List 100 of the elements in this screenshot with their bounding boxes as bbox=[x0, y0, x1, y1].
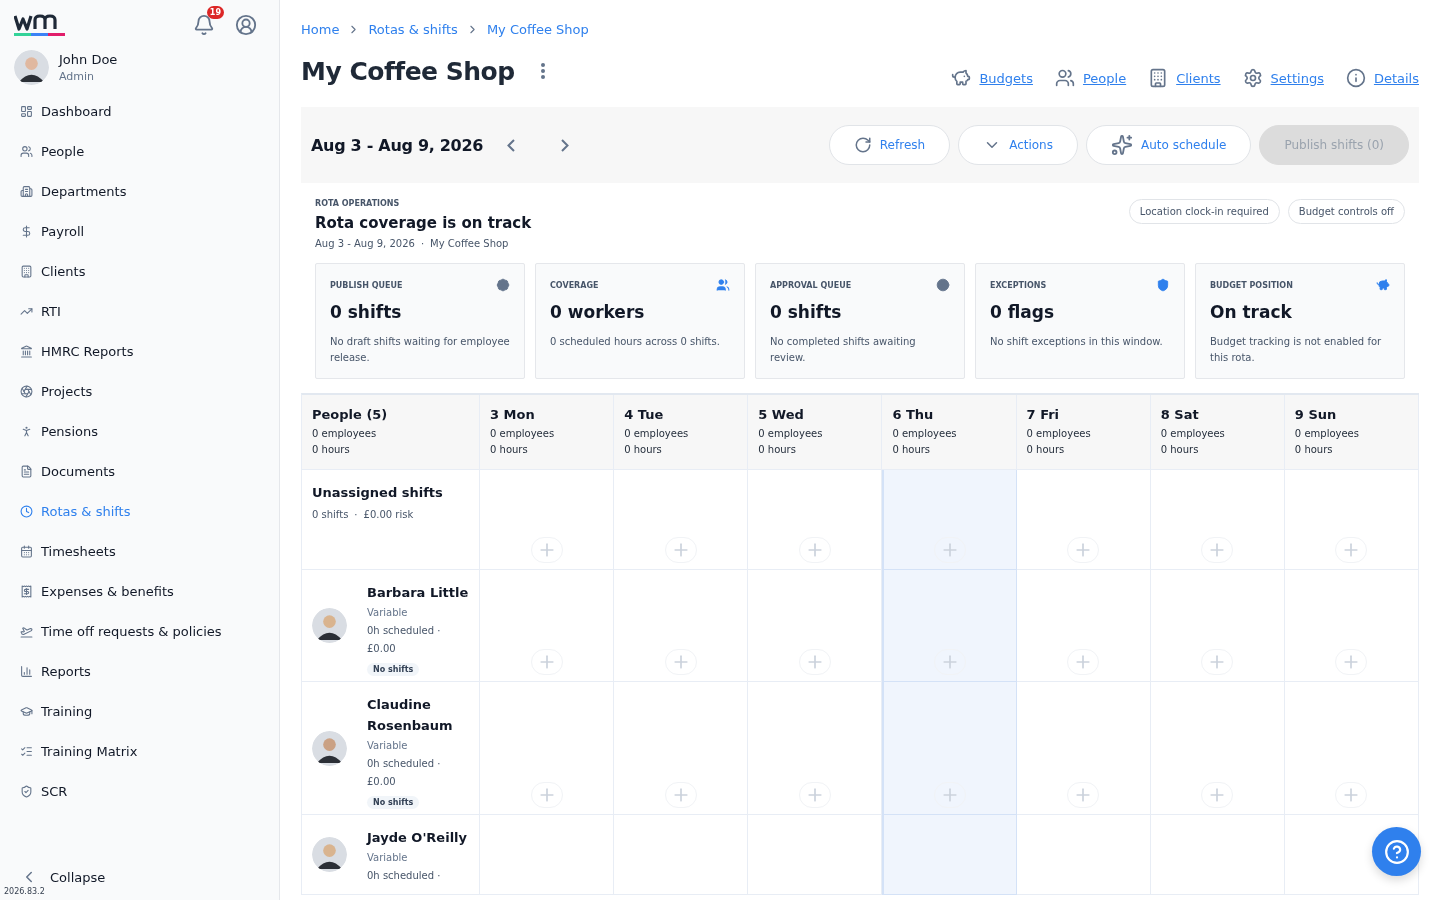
day-stat: 0 employees bbox=[758, 427, 824, 441]
breadcrumb-link[interactable]: Home bbox=[301, 22, 340, 37]
help-button[interactable] bbox=[1372, 827, 1421, 876]
scheduled-hours: 0h scheduled · bbox=[367, 624, 442, 638]
dashboard-icon bbox=[20, 104, 33, 118]
sidebar-item[interactable]: HMRC Reports bbox=[20, 331, 279, 371]
calendar-icon bbox=[20, 544, 33, 558]
document-icon bbox=[20, 464, 33, 478]
person-name: Jayde O'Reilly bbox=[367, 829, 468, 847]
piggy-bank-icon bbox=[951, 68, 972, 88]
day-title: 4 Tue bbox=[624, 407, 665, 422]
card-value: 0 workers bbox=[550, 302, 646, 322]
status-chip: No shifts bbox=[367, 796, 420, 809]
day-stat: 0 employees bbox=[892, 427, 958, 441]
sidebar-item[interactable]: Clients bbox=[20, 251, 279, 291]
day-title: 7 Fri bbox=[1026, 407, 1061, 422]
bar-chart-icon bbox=[20, 664, 33, 678]
day-stat: 0 employees bbox=[1160, 427, 1226, 441]
day-title: 9 Sun bbox=[1294, 407, 1338, 422]
day-stat: 0 hours bbox=[1026, 443, 1066, 457]
breadcrumb-link[interactable]: Rotas & shifts bbox=[368, 22, 458, 37]
sidebar-item[interactable]: SCR bbox=[20, 771, 279, 811]
airplane-icon bbox=[20, 624, 33, 638]
sidebar-item[interactable]: Projects bbox=[20, 371, 279, 411]
sparkles-icon bbox=[1111, 134, 1133, 156]
day-title: 6 Thu bbox=[892, 407, 935, 422]
toolbar-button[interactable]: Auto schedule bbox=[1086, 125, 1252, 165]
header-link[interactable]: Details bbox=[1345, 68, 1419, 88]
toolbar-button[interactable]: Actions bbox=[958, 125, 1078, 165]
sidebar-item[interactable]: Documents bbox=[20, 451, 279, 491]
dollar-icon bbox=[20, 224, 33, 238]
column-stat: 0 employees bbox=[312, 427, 378, 441]
header-link[interactable]: Clients bbox=[1148, 68, 1221, 88]
day-stat: 0 hours bbox=[1294, 443, 1334, 457]
cost-amount: £0.00 bbox=[367, 775, 397, 789]
cost-amount: £0.00 bbox=[367, 642, 397, 656]
sidebar-item[interactable]: Dashboard bbox=[20, 91, 279, 131]
refresh-icon bbox=[853, 136, 872, 154]
header-link[interactable]: Settings bbox=[1242, 68, 1324, 88]
day-title: 5 Wed bbox=[758, 407, 805, 422]
building-icon bbox=[20, 264, 33, 278]
risk-amount: £0.00 risk bbox=[363, 508, 414, 522]
day-stat: 0 hours bbox=[1160, 443, 1200, 457]
sidebar-item[interactable]: Departments bbox=[20, 171, 279, 211]
bank-icon bbox=[20, 344, 33, 358]
sidebar-item[interactable]: Training bbox=[20, 691, 279, 731]
more-options-button[interactable] bbox=[540, 63, 545, 79]
sidebar-item[interactable]: Timesheets bbox=[20, 531, 279, 571]
sidebar-item[interactable]: Training Matrix bbox=[20, 731, 279, 771]
card-value: 0 shifts bbox=[770, 302, 843, 322]
avatar bbox=[312, 730, 347, 766]
card-description: Budget tracking is not enabled for this rota. bbox=[1210, 335, 1383, 365]
card-label: COVERAGE bbox=[550, 280, 599, 290]
card-label: BUDGET POSITION bbox=[1210, 280, 1293, 290]
sidebar-item[interactable]: Reports bbox=[20, 651, 279, 691]
sidebar-item[interactable]: Expenses & benefits bbox=[20, 571, 279, 611]
settings-icon bbox=[1242, 68, 1263, 88]
version-label: 2026.83.2 bbox=[4, 887, 45, 896]
breadcrumb-link[interactable]: My Coffee Shop bbox=[486, 22, 589, 37]
receipt-icon bbox=[20, 584, 33, 598]
chevron-right-icon bbox=[561, 138, 570, 152]
section-meta: Aug 3 - Aug 9, 2026 bbox=[315, 238, 415, 249]
header-link[interactable]: People bbox=[1054, 68, 1127, 88]
next-week-button[interactable] bbox=[561, 138, 570, 152]
header-link[interactable]: Budgets bbox=[951, 68, 1033, 88]
sidebar-item[interactable]: Time off requests & policies bbox=[20, 611, 279, 651]
account-button[interactable] bbox=[235, 14, 257, 36]
clock-icon bbox=[20, 504, 33, 518]
section-eyebrow: ROTA OPERATIONS bbox=[315, 199, 401, 208]
separator: · bbox=[354, 508, 358, 522]
shift-count: 0 shifts bbox=[312, 508, 349, 522]
people-icon bbox=[20, 144, 33, 158]
avatar bbox=[312, 608, 347, 643]
status-tag: Location clock-in required bbox=[1128, 199, 1280, 224]
sidebar-item[interactable]: Pensions bbox=[20, 411, 279, 451]
avatar bbox=[14, 50, 49, 85]
sidebar-item[interactable]: Payroll bbox=[20, 211, 279, 251]
notifications-button[interactable] bbox=[193, 14, 215, 36]
sidebar-item[interactable]: People bbox=[20, 131, 279, 171]
separator: · bbox=[420, 238, 425, 249]
buildings-icon bbox=[20, 184, 33, 198]
scheduled-hours: 0h scheduled · bbox=[367, 869, 442, 883]
toolbar-button[interactable]: Refresh bbox=[828, 125, 951, 165]
sidebar-item[interactable]: RTI bbox=[20, 291, 279, 331]
day-stat: 0 employees bbox=[1294, 427, 1360, 441]
bell-icon bbox=[193, 14, 215, 36]
checklist-icon bbox=[20, 744, 33, 758]
people-icon bbox=[1054, 68, 1075, 88]
sidebar-item[interactable]: Rotas & shifts bbox=[20, 491, 279, 531]
card-label: PUBLISH QUEUE bbox=[330, 280, 403, 290]
card-description: No completed shifts awaiting review. bbox=[770, 335, 917, 365]
collapse-button[interactable]: Collapse bbox=[20, 868, 279, 886]
info-icon bbox=[1345, 68, 1366, 88]
logo bbox=[14, 12, 66, 38]
person-name: Barbara Little bbox=[367, 584, 469, 602]
section-title: Rota coverage is on track bbox=[315, 214, 532, 232]
column-stat: 0 hours bbox=[312, 443, 351, 457]
chevron-left-icon bbox=[507, 138, 516, 152]
scheduled-hours: 0h scheduled · bbox=[367, 757, 442, 771]
previous-week-button[interactable] bbox=[507, 138, 516, 152]
